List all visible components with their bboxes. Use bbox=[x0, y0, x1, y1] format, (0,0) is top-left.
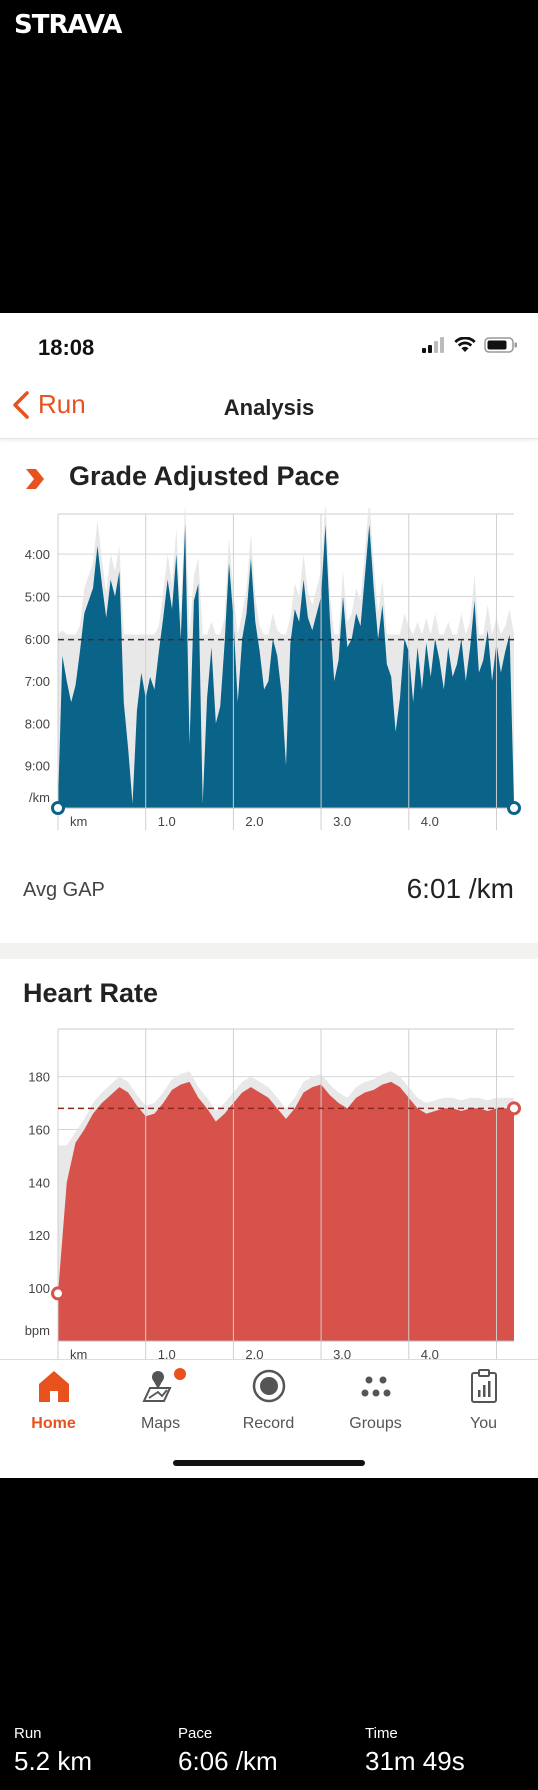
y-tick-label: 9:00 bbox=[25, 759, 50, 774]
maps-icon bbox=[141, 1368, 186, 1402]
summary-run-label: Run bbox=[14, 1725, 42, 1742]
y-tick-label: 4:00 bbox=[25, 547, 50, 562]
endpoint-marker bbox=[51, 801, 65, 815]
y-tick-label: 7:00 bbox=[25, 674, 50, 689]
data-area bbox=[58, 1081, 514, 1341]
summary-pace: Pace 6:06 /km bbox=[178, 1725, 278, 1777]
x-tick-label: 3.0 bbox=[333, 814, 351, 829]
x-tick-label: 4.0 bbox=[421, 814, 439, 829]
x-tick-label: 2.0 bbox=[245, 814, 263, 829]
status-time: 18:08 bbox=[38, 335, 95, 360]
heart-rate-chart: 100120140160180bpmkm 1.0 2.0 3.0 4.0 bbox=[25, 1028, 521, 1363]
y-unit-label: /km bbox=[29, 790, 50, 805]
page-title: Analysis bbox=[223, 395, 315, 420]
section-divider bbox=[0, 943, 538, 959]
tab-record[interactable]: Record bbox=[215, 1368, 322, 1433]
avg-gap-label: Avg GAP bbox=[23, 879, 105, 901]
tab-label: Maps bbox=[140, 1415, 181, 1432]
you-icon bbox=[470, 1369, 497, 1403]
home-icon bbox=[38, 1371, 69, 1402]
navigation-bar: Run Analysis bbox=[0, 375, 538, 439]
summary-time-label: Time bbox=[365, 1725, 398, 1742]
tab-home[interactable]: Home bbox=[0, 1368, 107, 1433]
avg-gap-value: 6:01 /km bbox=[406, 873, 514, 904]
record-icon bbox=[252, 1369, 285, 1403]
tab-label: Home bbox=[31, 1415, 76, 1432]
wifi-icon bbox=[454, 337, 476, 352]
battery-icon bbox=[484, 337, 517, 353]
tab-groups[interactable]: Groups bbox=[322, 1368, 429, 1433]
y-tick-label: 140 bbox=[28, 1175, 50, 1190]
signal-icon bbox=[422, 337, 444, 353]
summary-pace-value: 6:06 /km bbox=[178, 1746, 278, 1776]
summary-run-value: 5.2 km bbox=[14, 1746, 93, 1776]
tab-label: Record bbox=[242, 1415, 295, 1432]
tab-label: You bbox=[470, 1415, 497, 1432]
endpoint-marker bbox=[507, 801, 521, 815]
status-bar: 18:08 bbox=[0, 313, 538, 375]
tab-you[interactable]: You bbox=[430, 1368, 537, 1433]
home-indicator bbox=[173, 1460, 365, 1466]
y-unit-label: bpm bbox=[25, 1323, 50, 1338]
tab-label: Groups bbox=[349, 1415, 402, 1432]
summary-time-value: 31m 49s bbox=[365, 1746, 465, 1776]
y-tick-label: 8:00 bbox=[25, 716, 50, 731]
summary-time: Time 31m 49s bbox=[365, 1725, 465, 1777]
groups-icon bbox=[361, 1376, 390, 1397]
y-tick-label: 180 bbox=[28, 1070, 50, 1085]
app-screen: 18:08 Run Analysis Grade Adjusted Pace 4… bbox=[0, 313, 538, 1478]
summary-pace-label: Pace bbox=[178, 1725, 213, 1742]
summary-run: Run 5.2 km bbox=[14, 1725, 92, 1777]
endpoint-marker bbox=[51, 1286, 65, 1301]
tab-maps[interactable]: Maps bbox=[107, 1368, 214, 1433]
hr-section-title: Heart Rate bbox=[23, 978, 159, 1008]
grade-chevron-icon bbox=[26, 469, 44, 489]
x-tick-label: km bbox=[70, 814, 87, 829]
endpoint-marker bbox=[507, 1101, 521, 1116]
y-tick-label: 160 bbox=[28, 1122, 50, 1137]
y-tick-label: 6:00 bbox=[25, 632, 50, 647]
y-tick-label: 5:00 bbox=[25, 589, 50, 604]
gap-section-title: Grade Adjusted Pace bbox=[69, 461, 340, 491]
y-tick-label: 100 bbox=[28, 1281, 50, 1296]
strava-logo: STRAVA bbox=[14, 10, 122, 40]
status-icons bbox=[422, 337, 518, 353]
pace-chart: 4:00 5:00 6:00 7:00 8:00 9:00/km km 1.0 2.0 3.0 4.… bbox=[25, 508, 521, 830]
x-tick-label: 1.0 bbox=[158, 814, 176, 829]
y-tick-label: 120 bbox=[28, 1228, 50, 1243]
